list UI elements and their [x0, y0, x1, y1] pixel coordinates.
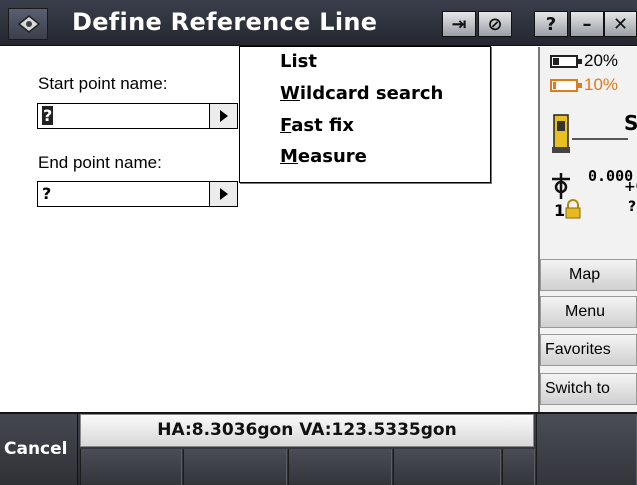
map-button[interactable]: Map	[540, 259, 637, 291]
battery-level: 20%	[584, 51, 619, 70]
end-point-label: End point name:	[38, 153, 162, 172]
window-title: Define Reference Line	[72, 8, 378, 36]
cancel-button[interactable]: Cancel	[0, 414, 78, 485]
softkey-1[interactable]	[80, 449, 182, 485]
play-arrow-icon	[219, 188, 228, 200]
battery-level-low: 10%	[584, 75, 619, 94]
angle-readout: HA:8.3036gon VA:123.5335gon	[80, 414, 534, 447]
softkey-2[interactable]	[183, 449, 287, 485]
minimize-button[interactable]: –	[570, 11, 604, 37]
no-entry-icon[interactable]: ⊘	[478, 11, 512, 37]
favorites-button-label: Favorites	[545, 341, 611, 358]
low-battery-icon	[550, 79, 582, 92]
end-point-dropdown-button[interactable]	[209, 182, 237, 206]
battery-icon	[550, 55, 582, 68]
play-arrow-icon	[219, 110, 228, 122]
menu-item-fast-fix[interactable]: Fast fix	[280, 115, 354, 136]
menu-item-wildcard-search[interactable]: Wildcard search	[280, 83, 443, 104]
close-button[interactable]: ✕	[604, 11, 637, 37]
menu-button-label: Menu	[565, 303, 606, 320]
switch-to-button-label: Switch to	[545, 380, 610, 397]
switch-to-button[interactable]: Switch to	[540, 373, 637, 405]
start-point-field[interactable]: ?	[37, 103, 238, 129]
title-bar: Define Reference Line ⇥ ⊘ ? – ✕	[0, 0, 637, 46]
login-arrow-icon[interactable]: ⇥	[442, 11, 476, 37]
target-letter: S	[624, 111, 637, 135]
favorites-button[interactable]: Favorites	[540, 334, 637, 366]
help-button[interactable]: ?	[534, 11, 568, 37]
prism-target-icon[interactable]	[550, 173, 572, 199]
start-point-dropdown-button[interactable]	[209, 104, 237, 128]
app-logo-icon[interactable]	[8, 8, 48, 40]
softkey-3[interactable]	[288, 449, 392, 485]
softkey-5[interactable]	[502, 449, 535, 485]
menu-item-measure[interactable]: Measure	[280, 146, 367, 167]
end-point-value[interactable]: ?	[42, 184, 51, 203]
lock-icon	[565, 199, 581, 219]
start-point-value[interactable]: ?	[42, 106, 54, 125]
end-point-field[interactable]: ?	[37, 181, 238, 207]
menu-button[interactable]: Menu	[540, 296, 637, 328]
point-select-menu: List Wildcard search Fast fix Measure	[239, 46, 491, 183]
start-point-label: Start point name:	[38, 74, 168, 93]
softkey-right[interactable]	[536, 414, 637, 485]
prism-unknown: ?	[628, 199, 637, 215]
softkey-4[interactable]	[393, 449, 501, 485]
total-station-icon[interactable]	[550, 109, 630, 159]
menu-item-list[interactable]: List	[280, 51, 317, 72]
map-button-label: Map	[569, 266, 601, 283]
prism-offset: +0	[624, 179, 637, 195]
